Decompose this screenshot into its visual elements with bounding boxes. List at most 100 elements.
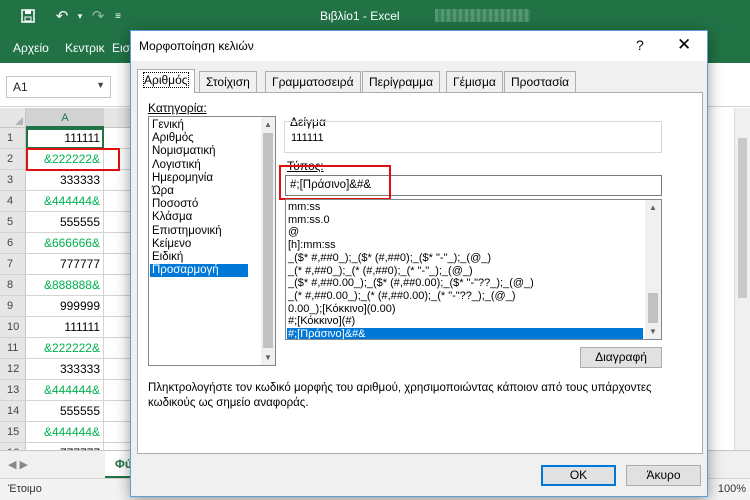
save-icon[interactable]	[18, 6, 38, 26]
name-box-value: A1	[13, 80, 28, 94]
row-header[interactable]: 11	[0, 338, 26, 359]
cell-a[interactable]: &444444&	[26, 191, 104, 212]
format-list-scrollbar[interactable]: ▲ ▼	[645, 200, 661, 339]
ok-button[interactable]: OK	[541, 465, 616, 486]
status-ready: Έτοιμο	[8, 483, 42, 495]
row-header[interactable]: 2	[0, 149, 26, 170]
cell-a[interactable]: &666666&	[26, 233, 104, 254]
category-label: Κατηγορία:	[148, 101, 207, 115]
row-header[interactable]: 14	[0, 401, 26, 422]
format-cells-dialog: Μορφοποίηση κελιών ? ✕ Αριθμός Στοίχιση …	[130, 30, 708, 497]
cell-a[interactable]: 999999	[26, 296, 104, 317]
ribbon-tab-file[interactable]: Αρχείο	[13, 41, 49, 55]
category-list[interactable]: ▲ ▼ Γενική Αριθμός Νομισματική Λογιστική Ημε…	[148, 116, 276, 366]
category-item[interactable]: Ειδική	[152, 251, 183, 264]
row-header[interactable]: 1	[0, 128, 26, 149]
category-item[interactable]: Γενική	[152, 119, 184, 132]
row-header[interactable]: 9	[0, 296, 26, 317]
format-code-item[interactable]: _(* #,##0_);_(* (#,##0);_(* "-"_);_(@_)	[288, 265, 473, 278]
dialog-title-bar: Μορφοποίηση κελιών ? ✕	[131, 31, 707, 61]
row-header[interactable]: 8	[0, 275, 26, 296]
format-code-item[interactable]: #;[Κόκκινο](#)	[288, 315, 355, 328]
category-item[interactable]: Ημερομηνία	[152, 172, 213, 185]
blurred-user-name	[435, 9, 530, 22]
title-bar: ↶ ▾ ↷ ≡ Βιβλίο1 - Excel	[0, 0, 750, 33]
scrollbar-thumb[interactable]	[263, 133, 273, 348]
scrollbar-thumb[interactable]	[738, 138, 747, 298]
format-code-item[interactable]: [h]:mm:ss	[288, 239, 336, 252]
tab-border[interactable]: Περίγραμμα	[362, 71, 441, 93]
category-item[interactable]: Αριθμός	[152, 132, 194, 145]
row-header[interactable]: 6	[0, 233, 26, 254]
scroll-down-icon[interactable]: ▼	[264, 353, 272, 362]
vertical-scrollbar[interactable]	[734, 108, 750, 450]
row-header[interactable]: 7	[0, 254, 26, 275]
tab-font[interactable]: Γραμματοσειρά	[265, 71, 361, 93]
format-code-item[interactable]: _($* #,##0.00_);_($* (#,##0.00);_($* "-"…	[288, 277, 534, 290]
category-item[interactable]: Επιστημονική	[152, 225, 222, 238]
sample-value: 111111	[291, 132, 324, 144]
sheet-tab[interactable]: Φύ	[105, 451, 133, 478]
scroll-up-icon[interactable]: ▲	[264, 120, 272, 129]
ribbon-tab-home[interactable]: Κεντρικ	[65, 41, 105, 55]
row-header[interactable]: 4	[0, 191, 26, 212]
category-item[interactable]: Νομισματική	[152, 145, 216, 158]
format-code-item[interactable]: 0.00_);[Κόκκινο](0.00)	[288, 303, 395, 316]
format-code-item[interactable]: mm:ss.0	[288, 214, 330, 227]
format-code-item[interactable]: #;[Πράσινο]&#&	[287, 328, 643, 339]
cell-a[interactable]: &444444&	[26, 422, 104, 443]
row-header[interactable]: 12	[0, 359, 26, 380]
undo-icon[interactable]: ↶	[52, 6, 72, 26]
row-header[interactable]: 13	[0, 380, 26, 401]
scroll-up-icon[interactable]: ▲	[649, 203, 657, 212]
tab-fill[interactable]: Γέμισμα	[446, 71, 503, 93]
format-code-list[interactable]: ▲ ▼ mm:ss mm:ss.0 @ [h]:mm:ss _($* #,##0_);_…	[285, 199, 662, 340]
tab-number[interactable]: Αριθμός	[137, 69, 195, 93]
redo-icon[interactable]: ↷	[88, 6, 108, 26]
number-tab-panel: Κατηγορία: ▲ ▼ Γενική Αριθμός Νομισματική Λ…	[137, 92, 703, 454]
cell-a[interactable]: 111111	[26, 128, 104, 149]
cell-a[interactable]: 111111	[26, 317, 104, 338]
help-button[interactable]: ?	[636, 37, 644, 53]
category-item[interactable]: Προσαρμογή	[150, 264, 248, 278]
row-header[interactable]: 3	[0, 170, 26, 191]
format-code-item[interactable]: _($* #,##0_);_($* (#,##0);_($* "-"_);_(@…	[288, 252, 491, 265]
select-all-corner[interactable]	[0, 108, 26, 128]
category-item[interactable]: Ώρα	[152, 185, 174, 198]
category-item[interactable]: Κείμενο	[152, 238, 191, 251]
row-header[interactable]: 10	[0, 317, 26, 338]
cancel-button[interactable]: Άκυρο	[626, 465, 701, 486]
name-box[interactable]: A1 ▼	[6, 76, 111, 98]
column-header-a[interactable]: A	[26, 108, 104, 128]
sheet-nav-arrows[interactable]: ◀ ▶	[8, 458, 28, 471]
tab-alignment[interactable]: Στοίχιση	[199, 71, 257, 93]
cell-a[interactable]: &888888&	[26, 275, 104, 296]
category-item[interactable]: Κλάσμα	[152, 211, 192, 224]
cell-a[interactable]: &444444&	[26, 380, 104, 401]
format-code-item[interactable]: _(* #,##0.00_);_(* (#,##0.00);_(* "-"??_…	[288, 290, 515, 303]
cell-a[interactable]: &222222&	[26, 338, 104, 359]
scroll-down-icon[interactable]: ▼	[649, 327, 657, 336]
undo-dropdown-icon[interactable]: ▾	[70, 6, 90, 26]
category-scrollbar[interactable]: ▲ ▼	[261, 117, 275, 365]
format-code-item[interactable]: @	[288, 226, 299, 239]
cell-a[interactable]: 777777	[26, 254, 104, 275]
cell-a[interactable]: 333333	[26, 170, 104, 191]
chevron-down-icon[interactable]: ▼	[96, 80, 105, 90]
category-item[interactable]: Λογιστική	[152, 159, 201, 172]
delete-button[interactable]: Διαγραφή	[580, 347, 662, 368]
cell-a[interactable]: 555555	[26, 401, 104, 422]
customize-toolbar-icon[interactable]: ≡	[108, 6, 128, 26]
category-item[interactable]: Ποσοστό	[152, 198, 198, 211]
row-header[interactable]: 5	[0, 212, 26, 233]
close-icon[interactable]: ✕	[677, 35, 691, 55]
ribbon-tab-insert[interactable]: Εισ	[112, 41, 130, 55]
cell-a[interactable]: 333333	[26, 359, 104, 380]
row-header[interactable]: 15	[0, 422, 26, 443]
highlight-box-type	[279, 165, 391, 200]
cell-a[interactable]: 555555	[26, 212, 104, 233]
zoom-level[interactable]: 100%	[718, 483, 746, 495]
format-code-item[interactable]: mm:ss	[288, 201, 320, 214]
tab-protection[interactable]: Προστασία	[504, 71, 577, 93]
scrollbar-thumb[interactable]	[648, 293, 658, 323]
